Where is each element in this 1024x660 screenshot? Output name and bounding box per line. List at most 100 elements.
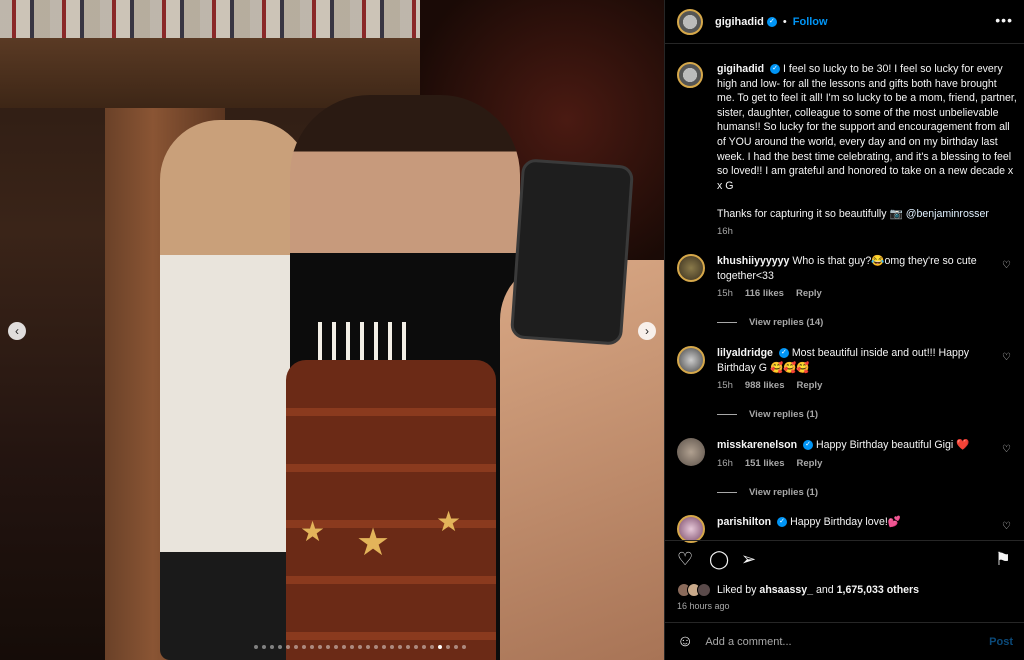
cake-star-icon: ★ — [356, 522, 391, 564]
like-comment-heart-icon[interactable]: ♡ — [1002, 521, 1011, 532]
carousel-dot — [366, 645, 370, 649]
likes-and: and — [815, 584, 834, 596]
carousel-dot — [446, 645, 450, 649]
carousel-dot — [406, 645, 410, 649]
mention-link[interactable]: @benjaminrosser — [906, 208, 989, 220]
carousel-dot — [342, 645, 346, 649]
likes-user[interactable]: ahsaassy_ — [759, 584, 813, 596]
like-comment-heart-icon[interactable]: ♡ — [1002, 352, 1011, 363]
avatar[interactable] — [677, 438, 705, 466]
carousel-dot — [398, 645, 402, 649]
comment-body: misskarenelson ✓ Happy Birthday beautifu… — [717, 438, 997, 453]
comment-likes[interactable]: 988 likes — [745, 380, 785, 391]
comment-item: parishilton ✓ Happy Birthday love!💕 ♡ — [677, 515, 1017, 543]
carousel-dot — [326, 645, 330, 649]
comment-age: 15h — [717, 288, 733, 300]
comment-username[interactable]: misskarenelson — [717, 439, 797, 451]
carousel-dot — [382, 645, 386, 649]
like-comment-heart-icon[interactable]: ♡ — [1002, 260, 1011, 271]
view-replies-button[interactable]: View replies (14) — [717, 317, 823, 328]
avatar[interactable] — [677, 346, 705, 374]
verified-badge-icon: ✓ — [766, 16, 777, 27]
view-replies-button[interactable]: View replies (1) — [717, 409, 818, 420]
carousel-dot — [350, 645, 354, 649]
verified-badge-icon: ✓ — [777, 517, 788, 528]
carousel-dot — [278, 645, 282, 649]
verified-badge-icon: ✓ — [778, 348, 789, 359]
phone — [509, 158, 635, 346]
add-comment-bar: ☺ Add a comment... Post — [665, 622, 1024, 660]
carousel-dot — [334, 645, 338, 649]
reply-button[interactable]: Reply — [796, 288, 822, 299]
comment-likes[interactable]: 151 likes — [745, 458, 785, 469]
like-comment-heart-icon[interactable]: ♡ — [1002, 444, 1011, 455]
follow-button[interactable]: Follow — [793, 16, 828, 28]
comment-text: Happy Birthday beautiful Gigi ❤️ — [816, 439, 970, 451]
carousel-dot — [318, 645, 322, 649]
carousel-dot-active — [438, 645, 442, 649]
comment-username[interactable]: khushiiyyyyyy — [717, 255, 789, 267]
reply-button[interactable]: Reply — [796, 458, 822, 469]
header-username[interactable]: gigihadid — [715, 16, 764, 28]
comment-age: 15h — [717, 380, 733, 392]
comment-body: parishilton ✓ Happy Birthday love!💕 — [717, 515, 997, 530]
post-side-panel: gigihadid ✓ • Follow ••• gigihadid ✓ I f… — [664, 0, 1024, 660]
carousel-dot — [430, 645, 434, 649]
caption-text: I feel so lucky to be 30! I feel so luck… — [717, 63, 1017, 192]
carousel-dot — [374, 645, 378, 649]
caption: gigihadid ✓ I feel so lucky to be 30! I … — [677, 62, 1017, 237]
caption-username[interactable]: gigihadid — [717, 63, 764, 75]
emoji-icon[interactable]: ☺ — [677, 633, 693, 651]
comment-meta: 15h 116 likes Reply — [717, 288, 1017, 299]
comment-username[interactable]: lilyaldridge — [717, 347, 773, 359]
carousel-dot — [262, 645, 266, 649]
avatar[interactable] — [677, 254, 705, 282]
caption-thanks: Thanks for capturing it so beautifully 📷 — [717, 208, 903, 221]
post-timestamp: 16 hours ago — [677, 601, 730, 611]
verified-badge-icon: ✓ — [770, 64, 781, 75]
carousel-dot — [302, 645, 306, 649]
likes-prefix: Liked by — [717, 584, 757, 596]
next-arrow-icon[interactable]: › — [638, 322, 656, 340]
comment-likes[interactable]: 116 likes — [745, 288, 784, 299]
previous-arrow-icon[interactable]: ‹ — [8, 322, 26, 340]
post-comment-button[interactable]: Post — [989, 636, 1013, 648]
avatar[interactable] — [677, 8, 703, 35]
carousel-dot — [414, 645, 418, 649]
save-bookmark-icon[interactable]: ⚑ — [995, 549, 1011, 570]
comment-item: khushiiyyyyyy Who is that guy?😂omg they'… — [677, 254, 1017, 299]
verified-badge-icon: ✓ — [803, 440, 814, 451]
comment-meta: 15h 988 likes Reply — [717, 380, 1017, 391]
add-comment-input[interactable]: Add a comment... — [705, 636, 989, 648]
comment-text: Happy Birthday love!💕 — [790, 516, 902, 528]
carousel-dot — [358, 645, 362, 649]
comment-body: khushiiyyyyyy Who is that guy?😂omg they'… — [717, 254, 997, 283]
post-photo[interactable]: ★ ★ ★ ‹ › — [0, 0, 664, 660]
caption-avatar[interactable] — [677, 62, 703, 88]
more-options-icon[interactable]: ••• — [995, 12, 1013, 28]
carousel-dot — [294, 645, 298, 649]
caption-age: 16h — [717, 226, 733, 238]
comment-body: lilyaldridge ✓ Most beautiful inside and… — [717, 346, 997, 375]
view-replies-button[interactable]: View replies (1) — [717, 487, 818, 498]
likes-count[interactable]: 1,675,033 others — [837, 584, 919, 596]
cake-star-icon: ★ — [300, 516, 326, 547]
like-heart-icon[interactable]: ♡ — [677, 549, 693, 570]
post-actions: ♡ ◯ ➢ ⚑ Liked by ahsaassy_ and 1,675,033… — [665, 540, 1024, 620]
share-send-icon[interactable]: ➢ — [741, 549, 756, 570]
separator-dot: • — [782, 15, 787, 28]
likes-summary: Liked by ahsaassy_ and 1,675,033 others — [677, 583, 919, 597]
post-header: gigihadid ✓ • Follow ••• — [665, 0, 1024, 44]
comment-meta: 16h 151 likes Reply — [717, 458, 1017, 469]
comment-age: 16h — [717, 457, 733, 469]
comment-bubble-icon[interactable]: ◯ — [709, 549, 729, 570]
carousel-dot — [422, 645, 426, 649]
avatar[interactable] — [677, 515, 705, 543]
carousel-dot — [254, 645, 258, 649]
carousel-dot — [454, 645, 458, 649]
comment-username[interactable]: parishilton — [717, 516, 771, 528]
comment-item: misskarenelson ✓ Happy Birthday beautifu… — [677, 438, 1017, 469]
reply-button[interactable]: Reply — [796, 380, 822, 391]
carousel-dot — [310, 645, 314, 649]
caption-text-block: gigihadid ✓ I feel so lucky to be 30! I … — [717, 62, 1017, 193]
